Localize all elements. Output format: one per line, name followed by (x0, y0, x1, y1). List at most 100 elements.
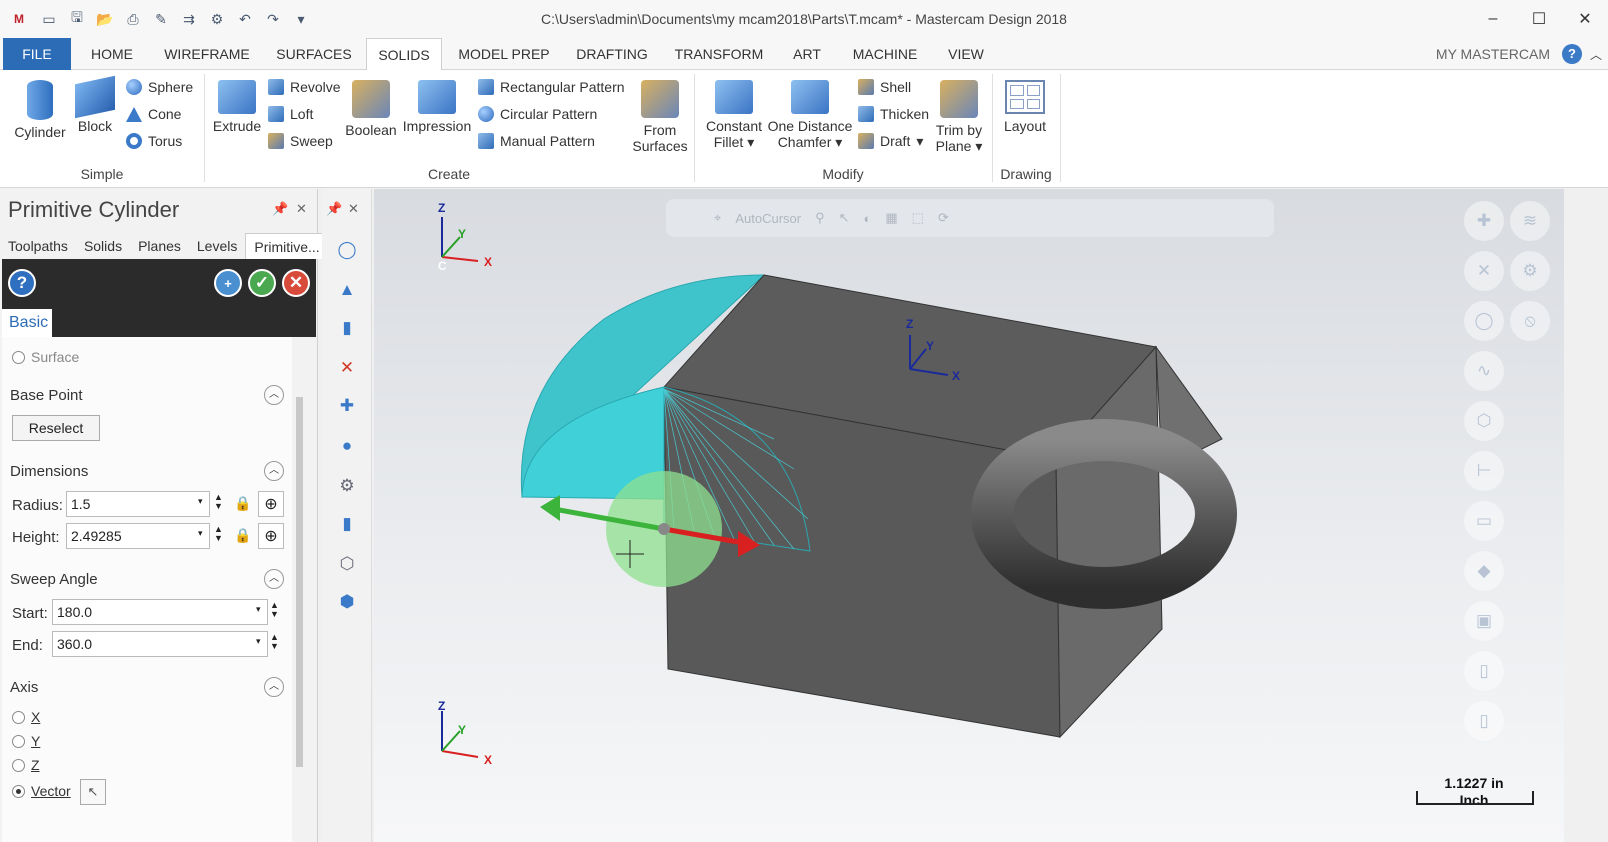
axis-vector-radio-circle[interactable] (12, 784, 25, 798)
page-edit-icon[interactable]: ▯ (1464, 701, 1504, 741)
graphics-viewport[interactable]: Z Y X C Z Y X Z Y X ⌖ AutoCursor ⚲ ↖ ◐ ▦… (374, 189, 1564, 842)
block-icon[interactable]: ⦸ (1510, 301, 1550, 341)
maximize-button[interactable]: ☐ (1516, 0, 1562, 38)
revolve-button[interactable]: Revolve (268, 76, 341, 98)
tab-primitive[interactable]: Primitive... (245, 233, 329, 259)
levels-icon[interactable]: ≋ (1510, 201, 1550, 241)
collapse-axis-icon[interactable]: ︿ (264, 677, 284, 697)
ok-and-create-new-icon[interactable]: + (214, 269, 242, 297)
tab-view[interactable]: VIEW (940, 38, 992, 70)
rectangular-pattern-button[interactable]: Rectangular Pattern (478, 76, 625, 98)
minimize-button[interactable]: – (1470, 0, 1516, 38)
torus-button[interactable]: Torus (126, 130, 182, 152)
layout-button[interactable]: Layout (998, 74, 1052, 134)
tab-file[interactable]: FILE (3, 38, 71, 70)
constant-fillet-button[interactable]: Constant Fillet ▾ (702, 74, 766, 150)
radius-dropdown-icon[interactable]: ▾ (198, 497, 203, 506)
end-spinner[interactable]: ▲ ▼ (270, 633, 279, 651)
merge-icon[interactable]: ⇉ (178, 8, 200, 30)
one-distance-chamfer-button[interactable]: One Distance Chamfer ▾ (766, 74, 854, 150)
block-button[interactable]: Block (72, 74, 118, 134)
surface-radio[interactable]: Surface (12, 349, 79, 365)
radius-spinner[interactable]: ▲ ▼ (214, 493, 223, 511)
panel-scrollbar[interactable] (294, 337, 306, 842)
start-angle-input[interactable]: 180.0 (52, 599, 268, 625)
cylinder-button[interactable]: Cylinder (10, 74, 70, 140)
axis-y-radio-circle[interactable] (12, 734, 25, 748)
manual-pattern-button[interactable]: Manual Pattern (478, 130, 595, 152)
axis-x-radio-circle[interactable] (12, 710, 25, 724)
ribbon-collapse-icon[interactable]: ︿ (1590, 46, 1602, 63)
strip-close-icon[interactable]: ✕ (348, 201, 359, 217)
tab-solids[interactable]: SOLIDS (366, 38, 442, 71)
wire-block-tool-icon[interactable]: ⬡ (331, 549, 363, 579)
tab-basic[interactable]: Basic (2, 309, 52, 337)
collapse-sweep-angle-icon[interactable]: ︿ (264, 569, 284, 589)
impression-button[interactable]: Impression (402, 74, 472, 134)
tab-solids-manager[interactable]: Solids (76, 233, 130, 259)
collapse-dimensions-icon[interactable]: ︿ (264, 461, 284, 481)
collapse-base-point-icon[interactable]: ︿ (264, 385, 284, 405)
draft-button[interactable]: Draft ▾ (858, 130, 923, 152)
tab-home[interactable]: HOME (80, 38, 144, 70)
cylinder-solid-tool-icon[interactable]: ▮ (331, 509, 363, 539)
surface-radio-circle[interactable] (12, 350, 25, 364)
save-icon[interactable]: 🖫 (66, 8, 88, 30)
sphere-tool-icon[interactable]: ● (331, 431, 363, 461)
solid-icon[interactable]: ◆ (1464, 551, 1504, 591)
circular-pattern-button[interactable]: Circular Pattern (478, 103, 597, 125)
start-dropdown-icon[interactable]: ▾ (256, 605, 261, 614)
close-window-button[interactable]: ✕ (1562, 0, 1608, 38)
axis-z-radio[interactable]: Z (12, 757, 40, 773)
redo-icon[interactable]: ↷ (262, 8, 284, 30)
extrude-button[interactable]: Extrude (210, 74, 264, 134)
circle-icon[interactable]: ◯ (1464, 301, 1504, 341)
tab-toolpaths[interactable]: Toolpaths (0, 233, 76, 259)
tab-transform[interactable]: TRANSFORM (668, 38, 770, 70)
open-folder-icon[interactable]: 📂 (94, 8, 116, 30)
curve-icon[interactable]: ∿ (1464, 351, 1504, 391)
height-input[interactable]: 2.49285 (66, 523, 210, 549)
radius-select-icon[interactable]: ⊕ (258, 491, 284, 517)
height-lock-icon[interactable]: 🔒 (234, 527, 251, 543)
tab-wireframe[interactable]: WIREFRAME (158, 38, 256, 70)
customize-qa-icon[interactable]: ▾ (290, 8, 312, 30)
add-tool-icon[interactable]: ✚ (331, 391, 363, 421)
measure-icon[interactable]: ⊢ (1464, 451, 1504, 491)
loft-button[interactable]: Loft (268, 103, 313, 125)
undo-icon[interactable]: ↶ (234, 8, 256, 30)
snap-options-icon[interactable]: ⚲ (815, 210, 825, 226)
tab-planes[interactable]: Planes (130, 233, 189, 259)
gear-icon[interactable]: ⚙ (1510, 251, 1550, 291)
from-surfaces-button[interactable]: From Surfaces (630, 74, 690, 154)
ok-check-icon[interactable]: ✓ (248, 269, 276, 297)
start-spinner[interactable]: ▲ ▼ (270, 601, 279, 619)
axis-vector-radio[interactable]: Vector (12, 783, 71, 799)
window-select-icon[interactable]: ⬚ (912, 210, 924, 226)
my-mastercam-link[interactable]: MY MASTERCAM (1436, 38, 1550, 70)
tab-surfaces[interactable]: SURFACES (270, 38, 358, 70)
tab-model-prep[interactable]: MODEL PREP (452, 38, 556, 70)
axis-y-radio[interactable]: Y (12, 733, 40, 749)
tab-art[interactable]: ART (784, 38, 830, 70)
layers-icon[interactable]: ▣ (1464, 601, 1504, 641)
cone-button[interactable]: Cone (126, 103, 181, 125)
save-as-icon[interactable]: ✎ (150, 8, 172, 30)
help-icon[interactable]: ? (1562, 44, 1582, 64)
filter-icon[interactable]: ▦ (885, 210, 897, 226)
verify-icon[interactable]: ⟳ (938, 210, 949, 226)
vector-select-pointer-icon[interactable]: ↖ (80, 779, 106, 805)
height-spinner[interactable]: ▲ ▼ (214, 525, 223, 543)
tab-levels[interactable]: Levels (189, 233, 245, 259)
block-tool-icon[interactable]: ⬢ (331, 587, 363, 617)
radius-input[interactable]: 1.5 (66, 491, 210, 517)
boolean-button[interactable]: Boolean (342, 74, 400, 138)
autocursor-label[interactable]: AutoCursor (735, 211, 801, 226)
sphere-button[interactable]: Sphere (126, 76, 193, 98)
help-icon[interactable]: ? (8, 269, 36, 297)
axis-z-radio-circle[interactable] (12, 758, 25, 772)
green-arrowhead[interactable] (540, 495, 560, 521)
end-dropdown-icon[interactable]: ▾ (256, 637, 261, 646)
axis-x-radio[interactable]: X (12, 709, 40, 725)
new-file-icon[interactable]: ▭ (38, 8, 60, 30)
